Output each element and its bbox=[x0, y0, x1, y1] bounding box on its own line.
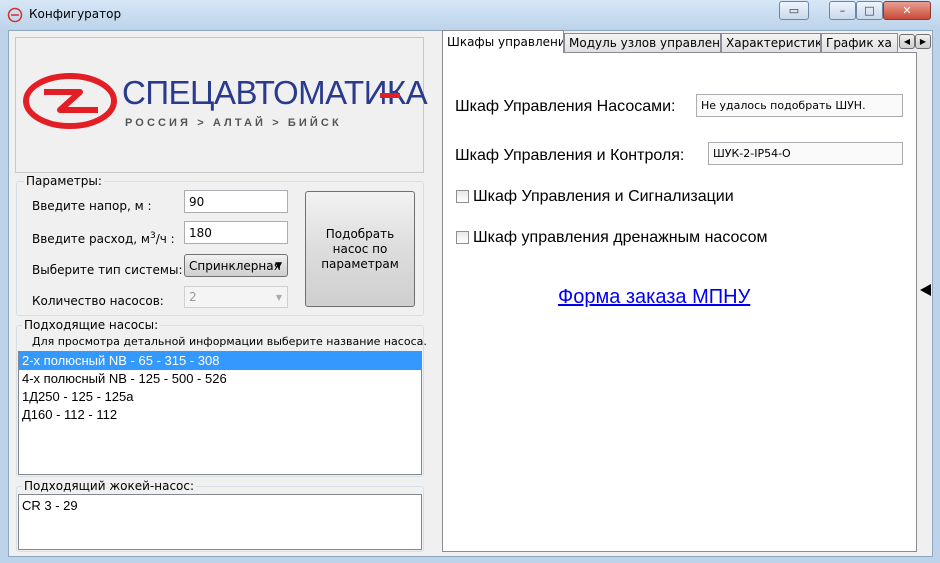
pump-count-label: Количество насосов: bbox=[32, 294, 164, 308]
close-button[interactable]: ✕ bbox=[883, 1, 931, 20]
system-type-value: Спринклерная bbox=[189, 258, 281, 273]
window-title: Конфигуратор bbox=[29, 7, 122, 21]
logo-tagline: РОССИЯ > АЛТАЙ > БИЙСК bbox=[125, 117, 342, 129]
chevron-down-icon: ▼ bbox=[275, 260, 282, 271]
pump-count-select[interactable]: 2 ▼ bbox=[184, 286, 288, 308]
jockey-field[interactable]: CR 3 - 29 bbox=[18, 494, 422, 550]
jockey-legend: Подходящий жокей-насос: bbox=[22, 479, 197, 493]
signal-cabinet-checkbox[interactable] bbox=[456, 190, 469, 203]
list-item[interactable]: 4-х полюсный NB - 125 - 500 - 526 bbox=[19, 370, 421, 388]
minimize-button[interactable]: – bbox=[829, 1, 856, 20]
logo-panel: СПЕЦАВТОМАТИКА РОССИЯ > АЛТАЙ > БИЙСК bbox=[15, 37, 428, 173]
pumps-hint: Для просмотра детальной информации выбер… bbox=[32, 335, 427, 348]
order-form-link[interactable]: Форма заказа МПНУ bbox=[558, 286, 750, 309]
flow-input[interactable]: 180 bbox=[184, 221, 288, 244]
tab-page: Шкаф Управления Насосами: Не удалось под… bbox=[442, 52, 917, 552]
pump-cabinet-field[interactable]: Не удалось подобрать ШУН. bbox=[696, 94, 903, 117]
head-input[interactable]: 90 bbox=[184, 190, 288, 213]
signal-cabinet-label: Шкаф Управления и Сигнализации bbox=[473, 188, 734, 205]
tab-characteristics[interactable]: Характеристики bbox=[721, 33, 821, 52]
params-legend: Параметры: bbox=[24, 174, 104, 188]
logo-dash bbox=[380, 93, 400, 98]
list-item[interactable]: 2-х полюсный NB - 65 - 315 - 308 bbox=[19, 352, 421, 370]
drain-cabinet-label: Шкаф управления дренажным насосом bbox=[473, 229, 768, 246]
system-type-select[interactable]: Спринклерная ▼ bbox=[184, 254, 288, 277]
pump-cabinet-label: Шкаф Управления Насосами: bbox=[455, 98, 676, 115]
pumps-legend: Подходящие насосы: bbox=[22, 318, 161, 332]
pumps-list[interactable]: 2-х полюсный NB - 65 - 315 - 308 4-х пол… bbox=[18, 351, 422, 475]
head-label: Введите напор, м : bbox=[32, 199, 152, 213]
tab-scroll-right-icon[interactable]: ▶ bbox=[915, 34, 931, 49]
pump-count-value: 2 bbox=[189, 290, 197, 304]
collapse-arrow-icon[interactable] bbox=[920, 284, 931, 296]
list-item[interactable]: Д160 - 112 - 112 bbox=[19, 406, 421, 424]
system-type-label: Выберите тип системы: bbox=[32, 263, 183, 277]
list-item[interactable]: 1Д250 - 125 - 125а bbox=[19, 388, 421, 406]
select-pump-button[interactable]: Подобрать насос по параметрам bbox=[305, 191, 415, 307]
control-cabinet-field[interactable]: ШУК-2-IP54-О bbox=[708, 142, 903, 165]
chevron-down-icon: ▼ bbox=[275, 292, 282, 302]
tab-control-module[interactable]: Модуль узлов управления bbox=[564, 33, 721, 52]
tab-graph[interactable]: График ха bbox=[821, 33, 898, 52]
app-icon bbox=[7, 7, 23, 23]
restore-icon[interactable]: ▭ bbox=[779, 1, 809, 20]
tab-cabinets[interactable]: Шкафы управления bbox=[442, 30, 564, 53]
maximize-button[interactable]: □ bbox=[856, 1, 883, 20]
drain-cabinet-checkbox[interactable] bbox=[456, 231, 469, 244]
company-logo-icon bbox=[23, 73, 117, 129]
flow-label: Введите расход, м3/ч : bbox=[32, 231, 175, 246]
tab-scroll-left-icon[interactable]: ◀ bbox=[899, 34, 915, 49]
control-cabinet-label: Шкаф Управления и Контроля: bbox=[455, 147, 685, 164]
